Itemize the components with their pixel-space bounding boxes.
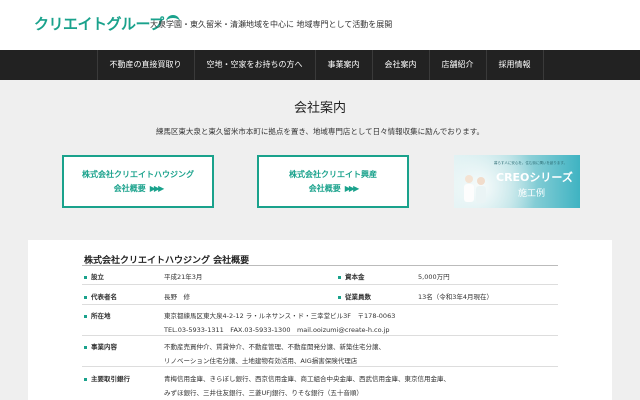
row-value-founded: 平成21年3月 — [164, 273, 203, 281]
card-title: 株式会社クリエイトハウジング — [82, 170, 194, 179]
bullet-icon — [84, 377, 87, 381]
contact-line: TEL.03-5933-1311 FAX.03-5933-1300 mail.o… — [164, 326, 390, 334]
family-photo-icon — [464, 175, 486, 203]
creo-series-banner[interactable]: 暮らす人に安心を。住む街に潤いを創ります。 CREOシリーズ 施工例 — [454, 155, 580, 208]
page-lead: 練馬区東大泉と東久留米市本町に拠点を置き、地域専門店として日々情報収集に励んでお… — [155, 127, 485, 136]
nav-item-vacant-land[interactable]: 空地・空家をお持ちの方へ — [193, 50, 315, 80]
triple-arrow-icon: ▶▶▶ — [344, 184, 360, 193]
row-label-address: 所在地 — [84, 310, 111, 320]
bullet-icon — [84, 275, 87, 279]
banner-title: CREOシリーズ — [496, 171, 573, 184]
bullet-icon — [84, 295, 87, 299]
row-label-staff: 従業員数 — [338, 291, 371, 301]
card-sub: 会社概要 ▶▶▶ — [113, 183, 165, 194]
bullet-icon — [84, 345, 87, 349]
bullet-icon — [338, 275, 341, 279]
nav-item-recruit[interactable]: 採用情報 — [485, 50, 544, 80]
nav-item-business[interactable]: 事業案内 — [314, 50, 372, 80]
card-sub-label: 会社概要 — [308, 184, 341, 193]
card-create-housing[interactable]: 株式会社クリエイトハウジング 会社概要 ▶▶▶ — [62, 155, 214, 208]
row-label-founded: 設立 — [84, 271, 104, 281]
row-value-address: 東京都練馬区東大泉4-2-12 ラ・ルネサンス・ド・三幸堂ビル3F 〒178-0… — [164, 310, 395, 334]
divider — [82, 304, 558, 305]
business-line-1: 不動産売買仲介、賃貸仲介、不動産管理、不動産開発分譲、新築住宅分譲、 — [164, 343, 385, 351]
card-sub-label: 会社概要 — [113, 184, 146, 193]
nav-item-company[interactable]: 会社案内 — [371, 50, 429, 80]
row-label-business: 事業内容 — [84, 341, 117, 351]
tagline: 大泉学園・東久留米・清瀬地域を中心に 地域専門として活動を展開 — [150, 20, 393, 29]
banks-line-1: 青梅信用金庫、きらぼし銀行、西京信用金庫、商工組合中央金庫、西武信用金庫、東京信… — [164, 375, 450, 383]
main-nav: 不動産の直接買取り 空地・空家をお持ちの方へ 事業案内 会社案内 店舗紹介 採用… — [0, 50, 640, 80]
banner-sub: 施工例 — [518, 189, 546, 199]
row-value-ceo: 長野 修 — [164, 293, 190, 301]
nav-item-stores[interactable]: 店舗紹介 — [428, 50, 486, 80]
divider — [82, 335, 558, 336]
card-sub: 会社概要 ▶▶▶ — [308, 183, 360, 194]
logo-text: クリエイトグループ — [34, 15, 164, 33]
bullet-icon — [338, 295, 341, 299]
page-title: 会社案内 — [293, 101, 346, 116]
address-line: 東京都練馬区東大泉4-2-12 ラ・ルネサンス・ド・三幸堂ビル3F 〒178-0… — [164, 312, 396, 320]
company-profile-panel: 株式会社クリエイトハウジング 会社概要 設立 平成21年3月 資本金 5,000… — [28, 240, 612, 400]
row-value-capital: 5,000万円 — [418, 273, 450, 281]
card-title: 株式会社クリエイト興産 — [289, 170, 377, 179]
bullet-icon — [84, 314, 87, 318]
card-create-kosan[interactable]: 株式会社クリエイト興産 会社概要 ▶▶▶ — [257, 155, 409, 208]
header: クリエイトグループ 大泉学園・東久留米・清瀬地域を中心に 地域専門として活動を展… — [0, 0, 640, 50]
triple-arrow-icon: ▶▶▶ — [149, 184, 165, 193]
row-value-business: 不動産売買仲介、賃貸仲介、不動産管理、不動産開発分譲、新築住宅分譲、 リノベーシ… — [164, 341, 385, 365]
row-label-banks: 主要取引銀行 — [84, 373, 130, 383]
business-line-2: リノベーション住宅分譲、土地建物有効活用、AIG損害保険代理店 — [164, 357, 358, 365]
divider — [82, 284, 558, 285]
divider — [82, 265, 558, 266]
row-label-capital: 資本金 — [338, 271, 365, 281]
banner-copy: 暮らす人に安心を。住む街に潤いを創ります。 — [494, 161, 568, 165]
banks-line-2: みずほ銀行、三井住友銀行、三菱UFJ銀行、りそな銀行（五十音順） — [164, 389, 363, 397]
row-value-staff: 13名（令和3年4月現在） — [418, 293, 494, 301]
divider — [82, 366, 558, 367]
row-value-banks: 青梅信用金庫、きらぼし銀行、西京信用金庫、商工組合中央金庫、西武信用金庫、東京信… — [164, 373, 450, 397]
nav-item-direct-purchase[interactable]: 不動産の直接買取り — [96, 50, 194, 80]
row-label-ceo: 代表者名 — [84, 291, 117, 301]
